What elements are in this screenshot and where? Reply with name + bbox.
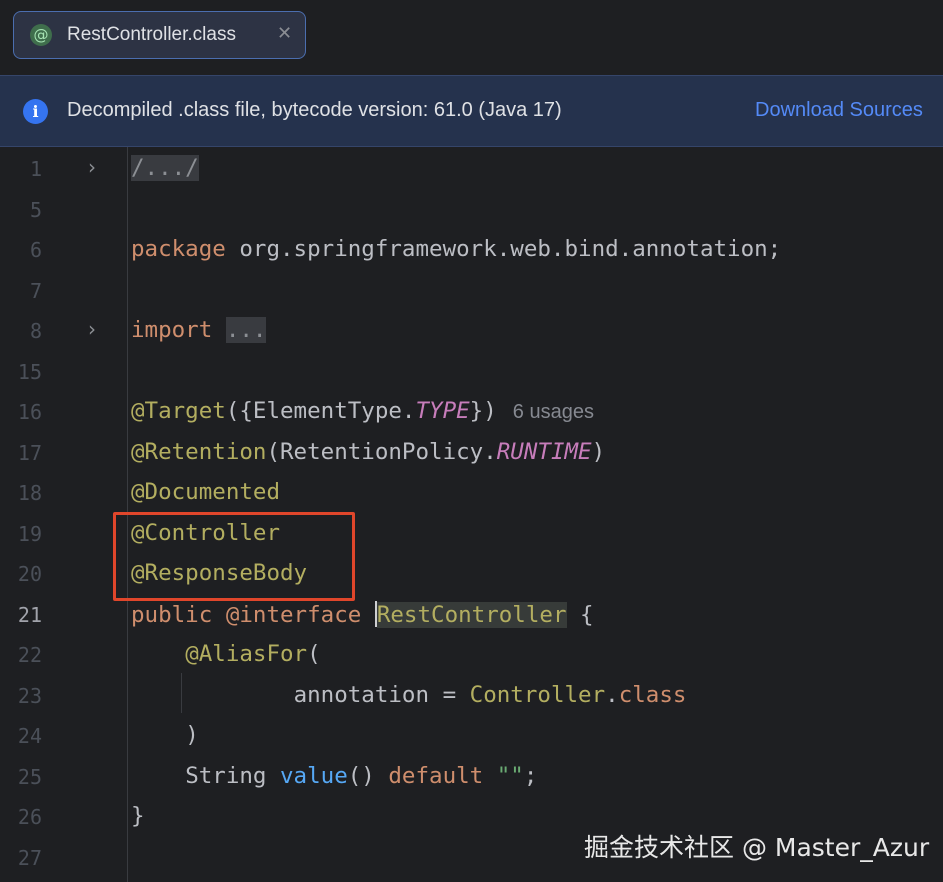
class-name: RestController [376, 602, 567, 628]
line-number: 16 [17, 400, 42, 424]
annotation: @AliasFor [185, 641, 308, 667]
code-line: 15 [0, 352, 943, 392]
line-number: 20 [17, 562, 42, 586]
method-name: value [280, 763, 348, 789]
line-number: 1 [29, 157, 42, 181]
code-text: ) [185, 722, 199, 748]
fold-chevron-icon[interactable]: › [88, 155, 96, 179]
decompiled-banner: i Decompiled .class file, bytecode versi… [0, 75, 943, 147]
string-literal: "" [496, 763, 524, 789]
usages-hint[interactable]: 6 usages [513, 401, 594, 423]
annotation: @Documented [131, 479, 281, 505]
code-line: 1 › /.../ [0, 149, 943, 189]
code-line: 18 @Documented [0, 473, 943, 513]
code-text: }) [469, 398, 497, 424]
code-line: 6 package org.springframework.web.bind.a… [0, 230, 943, 270]
enum-constant: RUNTIME [496, 439, 592, 465]
code-line: 25 String value() default ""; [0, 757, 943, 797]
line-number: 18 [17, 481, 42, 505]
code-line: 5 [0, 190, 943, 230]
code-line: 24 ) [0, 716, 943, 756]
info-icon: i [23, 99, 48, 124]
line-number: 17 [17, 441, 42, 465]
line-number: 22 [17, 643, 42, 667]
line-number: 15 [17, 360, 42, 384]
tab-label: RestController.class [67, 24, 236, 45]
keyword: @interface [225, 602, 362, 628]
class-reference: Controller [469, 682, 606, 708]
keyword: public [131, 602, 213, 628]
code-line: 8 › import ... [0, 311, 943, 351]
code-line: 7 [0, 271, 943, 311]
line-number: 25 [17, 765, 42, 789]
line-number: 24 [17, 724, 42, 748]
code-line: 17 @Retention(RetentionPolicy.RUNTIME) [0, 433, 943, 473]
code-text: ) [591, 439, 606, 465]
annotation: @Retention [131, 439, 267, 465]
code-text: ; [523, 763, 538, 789]
code-text: . [605, 682, 619, 708]
line-number: 23 [17, 684, 42, 708]
code-line-current: 21 public @interface RestController { [0, 595, 943, 635]
tab-restcontroller-class[interactable]: @ RestController.class ✕ [13, 11, 306, 59]
line-number: 26 [17, 805, 42, 829]
line-number: 5 [29, 198, 42, 222]
annotation: @Target [131, 398, 226, 424]
fold-chevron-icon[interactable]: › [88, 317, 96, 341]
line-number: 7 [29, 279, 42, 303]
code-line: 23 annotation = Controller.class [0, 676, 943, 716]
keyword: default [388, 763, 484, 789]
indent-guide [181, 673, 182, 713]
keyword: package [131, 236, 226, 262]
folded-header[interactable]: /.../ [131, 155, 199, 181]
banner-message: Decompiled .class file, bytecode version… [67, 99, 562, 121]
code-text: ( [307, 641, 321, 667]
package-name: org.springframework.web.bind.annotation; [225, 236, 782, 262]
close-icon[interactable]: ✕ [277, 23, 292, 44]
code-text: ({ElementType. [225, 398, 416, 424]
line-number: 27 [17, 846, 42, 870]
editor-tab-bar: @ RestController.class ✕ [0, 0, 943, 75]
line-number: 19 [17, 522, 42, 546]
folded-imports[interactable]: ... [225, 317, 267, 343]
code-text: { [566, 602, 594, 628]
keyword: import [131, 317, 213, 343]
download-sources-link[interactable]: Download Sources [755, 99, 923, 122]
annotation-icon: @ [30, 24, 52, 46]
line-number: 21 [17, 603, 42, 627]
keyword: class [618, 682, 687, 708]
watermark: 掘金技术社区 @ Master_Azur [584, 833, 930, 862]
code-line: 16 @Target({ElementType.TYPE}) 6 usages [0, 392, 943, 432]
code-text: annotation = [293, 682, 470, 708]
code-line: 22 @AliasFor( [0, 635, 943, 675]
enum-constant: TYPE [415, 398, 470, 424]
line-number: 8 [29, 319, 42, 343]
code-text: () [347, 763, 389, 789]
highlight-annotation-box [113, 512, 355, 601]
code-text: (RetentionPolicy. [266, 439, 497, 465]
code-text: } [131, 803, 145, 829]
type-name: String [185, 763, 281, 789]
line-number: 6 [29, 238, 42, 262]
